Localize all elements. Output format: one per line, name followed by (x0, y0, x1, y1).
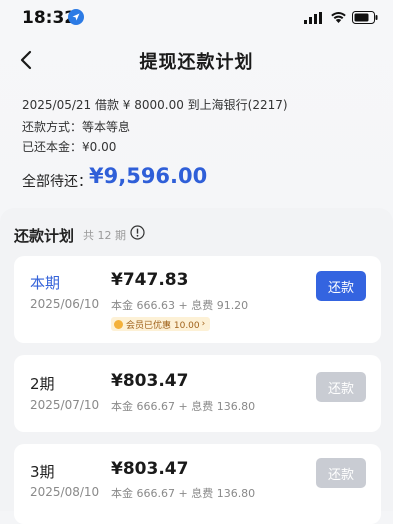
plan-card-current[interactable]: 本期 2025/06/10 ¥747.83 本金 666.63 + 息费 91.… (14, 256, 381, 343)
repay-button-disabled[interactable]: 还款 (316, 372, 366, 402)
repayment-method: 还款方式：等本等息 (22, 120, 131, 134)
wifi-icon (331, 12, 346, 23)
status-bar: 18:32 (0, 0, 393, 36)
card-date: 2025/06/10 (30, 297, 100, 311)
card-amount: ¥803.47 (111, 459, 189, 479)
card-period: 3期 (30, 463, 55, 481)
nav-bar: 提现还款计划 (0, 40, 393, 80)
total-due-label: 全部待还： (22, 174, 92, 190)
coin-icon (114, 319, 123, 329)
page-title: 提现还款计划 (139, 52, 254, 73)
total-due-value: ¥9,596.00 (89, 164, 208, 188)
card-breakdown: 本金 666.63 + 息费 91.20 (111, 299, 249, 312)
card-breakdown: 本金 666.67 + 息费 136.80 (111, 400, 256, 413)
loan-summary: 2025/05/21 借款 ¥ 8000.00 到上海银行(2217) (22, 98, 288, 112)
plan-card-period-2[interactable]: 2期 2025/07/10 ¥803.47 本金 666.67 + 息费 136… (14, 355, 381, 432)
signal-icon (304, 12, 322, 24)
card-amount: ¥803.47 (111, 371, 189, 391)
plan-title: 还款计划 (14, 227, 75, 245)
info-icon[interactable] (130, 225, 145, 240)
member-discount-badge[interactable]: 会员已优惠 10.00 › (111, 317, 211, 331)
badge-text: 会员已优惠 10.00 (126, 320, 200, 331)
plan-count: 共 12 期 (83, 229, 126, 242)
card-period: 本期 (30, 274, 61, 292)
plan-card-period-3[interactable]: 3期 2025/08/10 ¥803.47 本金 666.67 + 息费 136… (14, 444, 381, 524)
card-period: 2期 (30, 375, 55, 393)
repay-button-disabled[interactable]: 还款 (316, 458, 366, 488)
card-amount: ¥747.83 (111, 270, 189, 290)
card-date: 2025/07/10 (30, 398, 100, 412)
battery-icon (352, 11, 378, 24)
repaid-principal: 已还本金：¥0.00 (22, 140, 117, 154)
location-arrow-icon (68, 9, 84, 25)
card-date: 2025/08/10 (30, 485, 100, 499)
repay-button[interactable]: 还款 (316, 271, 366, 301)
chevron-right-icon: › (201, 319, 206, 329)
card-breakdown: 本金 666.67 + 息费 136.80 (111, 487, 256, 500)
